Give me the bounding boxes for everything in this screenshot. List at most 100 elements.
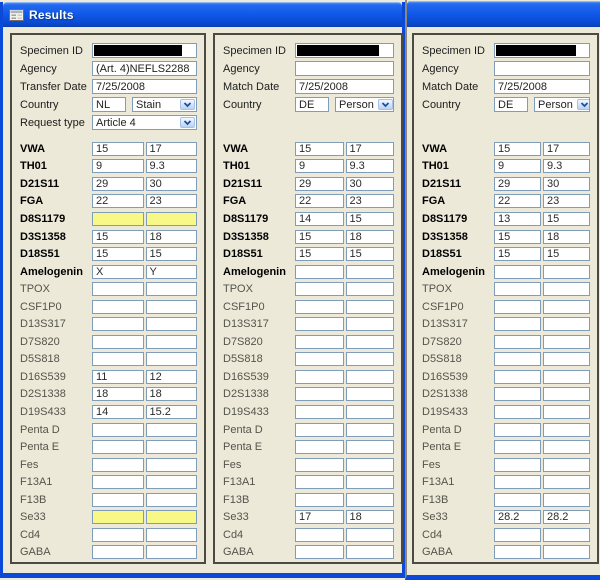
match-date-input[interactable]: 7/25/2008 — [494, 79, 590, 94]
allele-cell[interactable]: 9 — [92, 159, 144, 173]
allele-cell[interactable] — [92, 335, 144, 349]
allele-cell[interactable] — [92, 352, 144, 366]
allele-cell[interactable] — [543, 405, 590, 419]
allele-cell[interactable] — [92, 475, 144, 489]
allele-cell[interactable] — [543, 440, 590, 454]
allele-cell[interactable]: X — [92, 265, 144, 279]
allele-cell[interactable]: 15 — [295, 230, 344, 244]
country-combo[interactable]: Person — [335, 97, 394, 112]
allele-cell[interactable] — [494, 317, 541, 331]
allele-cell[interactable] — [295, 458, 344, 472]
allele-cell[interactable] — [543, 528, 590, 542]
allele-cell[interactable]: 14 — [295, 212, 344, 226]
allele-cell[interactable]: 18 — [146, 387, 198, 401]
allele-cell[interactable]: 23 — [543, 194, 590, 208]
allele-cell[interactable] — [543, 265, 590, 279]
allele-cell[interactable]: 15 — [92, 247, 144, 261]
allele-cell[interactable] — [494, 405, 541, 419]
allele-cell[interactable] — [92, 440, 144, 454]
allele-cell[interactable] — [295, 300, 344, 314]
allele-cell[interactable]: 9 — [494, 159, 541, 173]
allele-cell[interactable] — [146, 440, 198, 454]
allele-cell[interactable] — [494, 440, 541, 454]
allele-cell[interactable] — [92, 528, 144, 542]
allele-cell[interactable] — [146, 475, 198, 489]
allele-cell[interactable]: 15 — [346, 247, 395, 261]
allele-cell[interactable] — [543, 352, 590, 366]
allele-cell[interactable] — [295, 405, 344, 419]
allele-cell[interactable] — [92, 493, 144, 507]
dropdown-button[interactable] — [577, 99, 590, 110]
allele-cell[interactable]: 18 — [543, 230, 590, 244]
allele-cell[interactable] — [295, 335, 344, 349]
allele-cell[interactable] — [92, 282, 144, 296]
allele-cell[interactable]: 22 — [92, 194, 144, 208]
allele-cell[interactable] — [543, 458, 590, 472]
allele-cell[interactable] — [146, 545, 198, 559]
allele-cell[interactable] — [494, 352, 541, 366]
allele-cell[interactable] — [543, 387, 590, 401]
allele-cell[interactable] — [346, 335, 395, 349]
allele-cell[interactable] — [494, 475, 541, 489]
allele-cell[interactable] — [543, 317, 590, 331]
allele-cell[interactable] — [346, 545, 395, 559]
match-date-input[interactable]: 7/25/2008 — [295, 79, 394, 94]
allele-cell[interactable]: 13 — [494, 212, 541, 226]
allele-cell[interactable] — [494, 528, 541, 542]
country-code-input[interactable]: NL — [92, 97, 126, 112]
allele-cell[interactable] — [494, 265, 541, 279]
allele-cell[interactable] — [346, 458, 395, 472]
allele-cell[interactable]: 18 — [92, 387, 144, 401]
allele-cell[interactable] — [494, 300, 541, 314]
allele-cell[interactable] — [543, 335, 590, 349]
allele-cell[interactable]: 22 — [295, 194, 344, 208]
allele-cell[interactable] — [494, 458, 541, 472]
country-code-input[interactable]: DE — [295, 97, 329, 112]
allele-cell[interactable]: 15 — [295, 247, 344, 261]
allele-cell[interactable] — [92, 510, 144, 524]
allele-cell[interactable] — [295, 265, 344, 279]
allele-cell[interactable] — [346, 405, 395, 419]
allele-cell[interactable] — [494, 545, 541, 559]
allele-cell[interactable] — [92, 423, 144, 437]
country-code-input[interactable]: DE — [494, 97, 528, 112]
allele-cell[interactable]: 9.3 — [346, 159, 395, 173]
allele-cell[interactable]: 15 — [92, 142, 144, 156]
allele-cell[interactable]: 17 — [346, 142, 395, 156]
allele-cell[interactable] — [146, 458, 198, 472]
allele-cell[interactable]: 15 — [494, 247, 541, 261]
allele-cell[interactable] — [92, 317, 144, 331]
allele-cell[interactable] — [295, 545, 344, 559]
allele-cell[interactable] — [543, 475, 590, 489]
allele-cell[interactable] — [346, 317, 395, 331]
allele-cell[interactable] — [295, 528, 344, 542]
allele-cell[interactable]: 28.2 — [494, 510, 541, 524]
allele-cell[interactable] — [146, 423, 198, 437]
allele-cell[interactable]: 23 — [146, 194, 198, 208]
country-combo[interactable]: Person — [534, 97, 590, 112]
allele-cell[interactable] — [146, 300, 198, 314]
allele-cell[interactable]: 15 — [346, 212, 395, 226]
allele-cell[interactable]: 29 — [295, 177, 344, 191]
allele-cell[interactable]: 29 — [92, 177, 144, 191]
allele-cell[interactable]: 17 — [295, 510, 344, 524]
allele-cell[interactable] — [146, 528, 198, 542]
allele-cell[interactable]: Y — [146, 265, 198, 279]
allele-cell[interactable] — [346, 528, 395, 542]
allele-cell[interactable] — [295, 493, 344, 507]
allele-cell[interactable] — [346, 300, 395, 314]
allele-cell[interactable] — [346, 387, 395, 401]
allele-cell[interactable]: 30 — [543, 177, 590, 191]
dropdown-button[interactable] — [180, 99, 195, 110]
allele-cell[interactable] — [92, 458, 144, 472]
allele-cell[interactable] — [295, 282, 344, 296]
allele-cell[interactable]: 15 — [494, 142, 541, 156]
allele-cell[interactable] — [146, 282, 198, 296]
allele-cell[interactable] — [543, 423, 590, 437]
allele-cell[interactable] — [346, 352, 395, 366]
allele-cell[interactable]: 9.3 — [543, 159, 590, 173]
allele-cell[interactable]: 15 — [295, 142, 344, 156]
agency-input[interactable] — [494, 61, 590, 76]
allele-cell[interactable] — [543, 370, 590, 384]
allele-cell[interactable] — [295, 352, 344, 366]
